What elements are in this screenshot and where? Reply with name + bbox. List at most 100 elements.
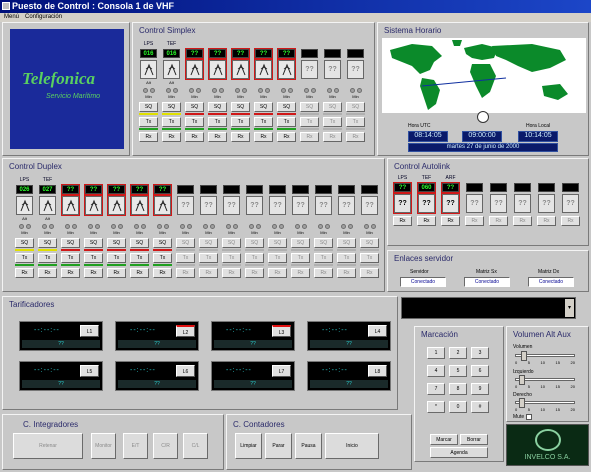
- keypad-key-7[interactable]: 8: [449, 383, 467, 395]
- antenna-icon[interactable]: [39, 196, 56, 215]
- sq-button[interactable]: SQ: [38, 238, 57, 248]
- sq-button[interactable]: SQ: [337, 238, 356, 248]
- sq-button[interactable]: SQ: [346, 102, 365, 112]
- tx-button[interactable]: Tx: [139, 117, 158, 127]
- line-button[interactable]: L3: [272, 325, 291, 337]
- antenna-icon[interactable]: [163, 60, 180, 79]
- channel-unknown[interactable]: ??: [490, 194, 507, 213]
- channel-unknown[interactable]: ??: [177, 196, 194, 215]
- rx-button[interactable]: Rx: [245, 268, 264, 278]
- tx-button[interactable]: Tx: [162, 117, 181, 127]
- rx-button[interactable]: Rx: [84, 268, 103, 278]
- channel-unknown[interactable]: ??: [301, 60, 318, 79]
- keypad-key-6[interactable]: 7: [427, 383, 445, 395]
- antenna-icon[interactable]: [278, 60, 295, 79]
- tx-button[interactable]: Tx: [268, 253, 287, 263]
- tx-button[interactable]: Tx: [254, 117, 273, 127]
- sq-button[interactable]: SQ: [107, 238, 126, 248]
- antenna-icon[interactable]: [186, 60, 203, 79]
- rx-button[interactable]: Rx: [130, 268, 149, 278]
- tx-button[interactable]: Tx: [291, 253, 310, 263]
- rx-button[interactable]: Rx: [465, 216, 484, 226]
- channel-unknown[interactable]: ??: [361, 196, 378, 215]
- channel-unknown[interactable]: ??: [200, 196, 217, 215]
- rx-button[interactable]: Rx: [185, 132, 204, 142]
- channel-unknown[interactable]: ??: [394, 194, 411, 213]
- keypad-key-9[interactable]: *: [427, 401, 445, 413]
- sq-button[interactable]: SQ: [254, 102, 273, 112]
- keypad-key-4[interactable]: 5: [449, 365, 467, 377]
- antenna-icon[interactable]: [209, 60, 226, 79]
- sq-button[interactable]: SQ: [176, 238, 195, 248]
- mute-checkbox[interactable]: Mute: [513, 414, 533, 420]
- cr-button[interactable]: C/R: [153, 433, 178, 459]
- tx-button[interactable]: Tx: [176, 253, 195, 263]
- sq-button[interactable]: SQ: [323, 102, 342, 112]
- sq-button[interactable]: SQ: [268, 238, 287, 248]
- channel-unknown[interactable]: ??: [338, 196, 355, 215]
- channel-unknown[interactable]: ??: [514, 194, 531, 213]
- rx-button[interactable]: Rx: [561, 216, 580, 226]
- antenna-icon[interactable]: [140, 60, 157, 79]
- line-button[interactable]: L1: [80, 325, 99, 337]
- tx-button[interactable]: Tx: [231, 117, 250, 127]
- rx-button[interactable]: Rx: [300, 132, 319, 142]
- menu-item-config[interactable]: Configuración: [25, 13, 62, 22]
- rx-button[interactable]: Rx: [199, 268, 218, 278]
- sq-button[interactable]: SQ: [300, 102, 319, 112]
- system-menu-icon[interactable]: [2, 2, 10, 10]
- tx-button[interactable]: Tx: [337, 253, 356, 263]
- antenna-icon[interactable]: [85, 196, 102, 215]
- derecho-slider[interactable]: [515, 398, 575, 408]
- tx-button[interactable]: Tx: [199, 253, 218, 263]
- tx-button[interactable]: Tx: [208, 117, 227, 127]
- tx-button[interactable]: Tx: [130, 253, 149, 263]
- rx-button[interactable]: Rx: [537, 216, 556, 226]
- line-button[interactable]: L5: [80, 365, 99, 377]
- rx-button[interactable]: Rx: [314, 268, 333, 278]
- rx-button[interactable]: Rx: [323, 132, 342, 142]
- line-button[interactable]: L6: [176, 365, 195, 377]
- sq-button[interactable]: SQ: [185, 102, 204, 112]
- sq-button[interactable]: SQ: [231, 102, 250, 112]
- volumen-slider[interactable]: [515, 351, 575, 361]
- rx-button[interactable]: Rx: [291, 268, 310, 278]
- channel-unknown[interactable]: ??: [538, 194, 555, 213]
- sq-button[interactable]: SQ: [277, 102, 296, 112]
- tx-button[interactable]: Tx: [245, 253, 264, 263]
- cl-button[interactable]: C/L: [183, 433, 208, 459]
- rx-button[interactable]: Rx: [15, 268, 34, 278]
- sq-button[interactable]: SQ: [15, 238, 34, 248]
- keypad-key-10[interactable]: 0: [449, 401, 467, 413]
- borrar-button[interactable]: Borrar: [460, 434, 488, 445]
- rx-button[interactable]: Rx: [360, 268, 379, 278]
- rx-button[interactable]: Rx: [513, 216, 532, 226]
- rx-button[interactable]: Rx: [393, 216, 412, 226]
- rx-button[interactable]: Rx: [489, 216, 508, 226]
- sq-button[interactable]: SQ: [222, 238, 241, 248]
- channel-unknown[interactable]: ??: [418, 194, 435, 213]
- rx-button[interactable]: Rx: [153, 268, 172, 278]
- channel-unknown[interactable]: ??: [442, 194, 459, 213]
- tx-button[interactable]: Tx: [323, 117, 342, 127]
- limpiar-button[interactable]: Limpiar: [235, 433, 262, 459]
- tx-button[interactable]: Tx: [84, 253, 103, 263]
- channel-unknown[interactable]: ??: [315, 196, 332, 215]
- rx-button[interactable]: Rx: [107, 268, 126, 278]
- rx-button[interactable]: Rx: [61, 268, 80, 278]
- et-button[interactable]: E/T: [123, 433, 148, 459]
- antenna-icon[interactable]: [16, 196, 33, 215]
- tx-button[interactable]: Tx: [153, 253, 172, 263]
- menu-item-menu[interactable]: Menú: [4, 13, 19, 22]
- keypad-key-2[interactable]: 3: [471, 347, 489, 359]
- channel-unknown[interactable]: ??: [562, 194, 579, 213]
- line-button[interactable]: L8: [368, 365, 387, 377]
- rx-button[interactable]: Rx: [441, 216, 460, 226]
- rx-button[interactable]: Rx: [222, 268, 241, 278]
- izquierdo-slider[interactable]: [515, 375, 575, 385]
- sq-button[interactable]: SQ: [139, 102, 158, 112]
- parar-button[interactable]: Parar: [265, 433, 292, 459]
- tx-button[interactable]: Tx: [185, 117, 204, 127]
- monitor-button[interactable]: Monitor: [91, 433, 116, 459]
- rx-button[interactable]: Rx: [277, 132, 296, 142]
